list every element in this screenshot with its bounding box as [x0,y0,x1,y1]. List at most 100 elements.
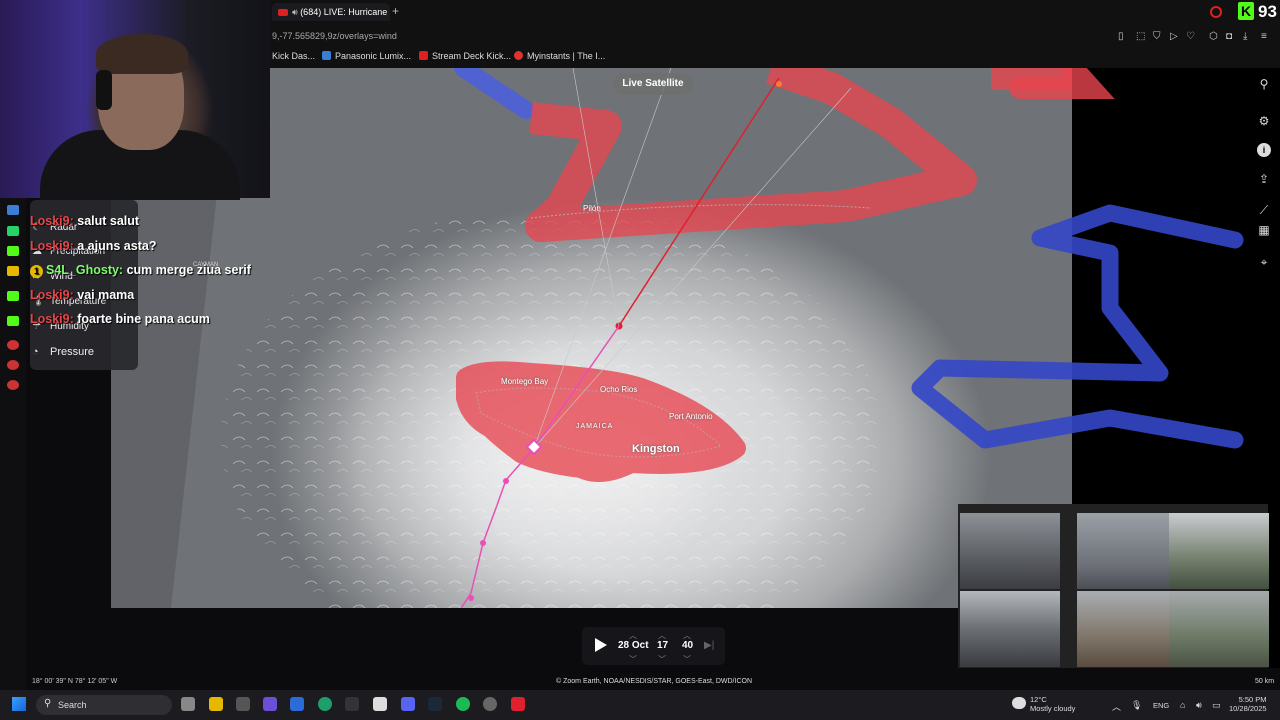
warning-zone-cuba [525,68,977,242]
network-icon[interactable]: ⌂ [1180,700,1185,710]
url-text[interactable]: 9,-77.565829,9z/overlays=wind [272,31,397,41]
new-tab-button[interactable]: + [392,4,399,18]
chat-message: 1 S4L_Ghosty: cum merge ziua serif [30,263,251,278]
taskbar-search[interactable]: Search [36,695,172,715]
camera-icon[interactable]: ◘ [1226,31,1232,42]
score-counter: 93 [1258,2,1277,21]
store-icon[interactable] [373,697,387,711]
opera-gx-icon[interactable] [511,697,525,711]
search-icon: ⚲ [44,698,52,709]
discord-icon[interactable] [401,697,415,711]
bookmark-panasonic[interactable]: Panasonic Lumix... [322,51,411,61]
task-view-icon[interactable] [181,697,195,711]
chat-message: Loski9: salut salut [30,214,140,228]
clock-icon[interactable] [7,360,19,370]
forecast-point[interactable] [776,81,782,87]
webcam-tile[interactable] [960,513,1060,589]
windows-start-icon[interactable] [12,697,26,711]
timeline-date[interactable]: 28 Oct [618,640,649,651]
gear-icon[interactable]: ⚙ [1257,114,1271,128]
grid-icon[interactable]: ▦ [1257,223,1271,237]
info-icon[interactable]: i [1257,143,1271,157]
chevron-up-icon[interactable]: ︿ [629,630,637,641]
app-icon[interactable] [236,697,250,711]
ruler-icon[interactable]: ⟋ [1257,203,1271,217]
obs-icon[interactable] [483,697,497,711]
share-icon[interactable]: ⇪ [1257,172,1271,186]
kick-logo-icon: K [1238,2,1254,20]
download-icon[interactable]: ⤓ [1243,31,1247,42]
past-point[interactable] [503,478,509,484]
chevron-up-icon[interactable]: ︿ [658,630,666,641]
play-icon[interactable] [595,638,607,652]
shield-icon[interactable]: ⛉ [1153,31,1161,42]
warning-zone-haiti-east [1009,68,1115,99]
bookmark-myinstants[interactable]: Myinstants | The I... [514,51,605,61]
crop-icon[interactable]: ⬚ [1136,31,1145,42]
webcam-tile[interactable] [1077,513,1177,589]
heart-icon[interactable]: ♡ [1186,31,1195,42]
youtube-icon [419,51,428,60]
spotify-icon[interactable] [456,697,470,711]
steam-icon[interactable] [428,697,442,711]
webcam-tile[interactable] [960,591,1060,667]
chevron-down-icon[interactable]: ﹀ [658,654,666,665]
app-icon[interactable] [263,697,277,711]
chat-message: Loski9: vai mama [30,288,135,302]
speaker-icon: 🔊︎ [292,7,298,17]
myinstants-icon [514,51,523,60]
webcam-tile[interactable] [1169,591,1269,667]
chevron-up-icon[interactable]: ︿ [683,630,691,641]
extensions-icon[interactable]: ⬡ [1209,31,1218,42]
browser-tab[interactable]: 🔊︎ (684) LIVE: Hurricane [272,3,390,21]
crown-icon[interactable] [7,266,19,276]
bookmark-streamdeck[interactable]: Stream Deck Kick... [419,51,511,61]
music-icon[interactable] [7,340,19,350]
webcam-tile[interactable] [1169,513,1269,589]
chat-message: Loski9: foarte bine pana acum [30,312,210,326]
bookmark-icon[interactable]: ▯ [1118,31,1124,42]
chevron-down-icon[interactable]: ﹀ [683,654,691,665]
kick-icon[interactable] [7,246,19,256]
live-satellite-button[interactable]: Live Satellite [613,73,693,95]
weather-cloud-icon [1012,697,1026,709]
timeline-minute[interactable]: 40 [682,640,693,651]
language-indicator[interactable]: ENG [1153,701,1169,710]
kick-icon[interactable] [7,316,19,326]
app-icon[interactable] [290,697,304,711]
badge-icon: 1 [30,265,43,278]
webcam-person-hair [96,34,188,74]
search-icon[interactable]: ⚲ [1257,77,1271,91]
layer-pressure[interactable]: ◔ Pressure [32,346,94,358]
whatsapp-icon[interactable] [7,226,19,236]
panasonic-icon [322,51,331,60]
record-icon[interactable] [1210,6,1222,18]
folder-icon[interactable] [209,697,223,711]
speaker-icon[interactable]: 🔊︎ [1196,700,1202,711]
gear-icon[interactable] [7,380,19,390]
clock[interactable]: 5:50 PM 10/28/2025 [1229,695,1267,713]
past-point[interactable] [468,595,474,601]
kick-icon[interactable] [7,291,19,301]
label-jamaica: JAMAICA [576,423,614,430]
headphones-icon [96,70,112,110]
battery-icon[interactable]: ▭ [1212,700,1221,711]
tab-title: (684) LIVE: Hurricane [300,7,388,17]
label-kingston: Kingston [632,443,680,455]
bookmark-kick[interactable]: Kick Das... [272,51,315,61]
skip-forward-icon[interactable]: ▶| [704,640,714,651]
weather-widget[interactable]: 12°C Mostly cloudy [1030,695,1075,713]
past-point[interactable] [480,540,486,546]
play-icon[interactable]: ▷ [1170,31,1178,42]
edge-icon[interactable] [318,697,332,711]
locate-icon[interactable]: ⌖ [1257,255,1271,269]
menu-icon[interactable]: ≡ [1261,31,1267,42]
app-icon[interactable] [345,697,359,711]
chevron-down-icon[interactable]: ﹀ [629,654,637,665]
watch-zone-haiti [911,204,1244,449]
webcam-tile[interactable] [1077,591,1177,667]
microphone-icon[interactable]: 🎙︎ [1131,700,1142,711]
timeline-hour[interactable]: 17 [657,640,668,651]
chevron-up-icon[interactable]: ︿ [1112,700,1121,713]
messenger-icon[interactable] [7,205,19,215]
